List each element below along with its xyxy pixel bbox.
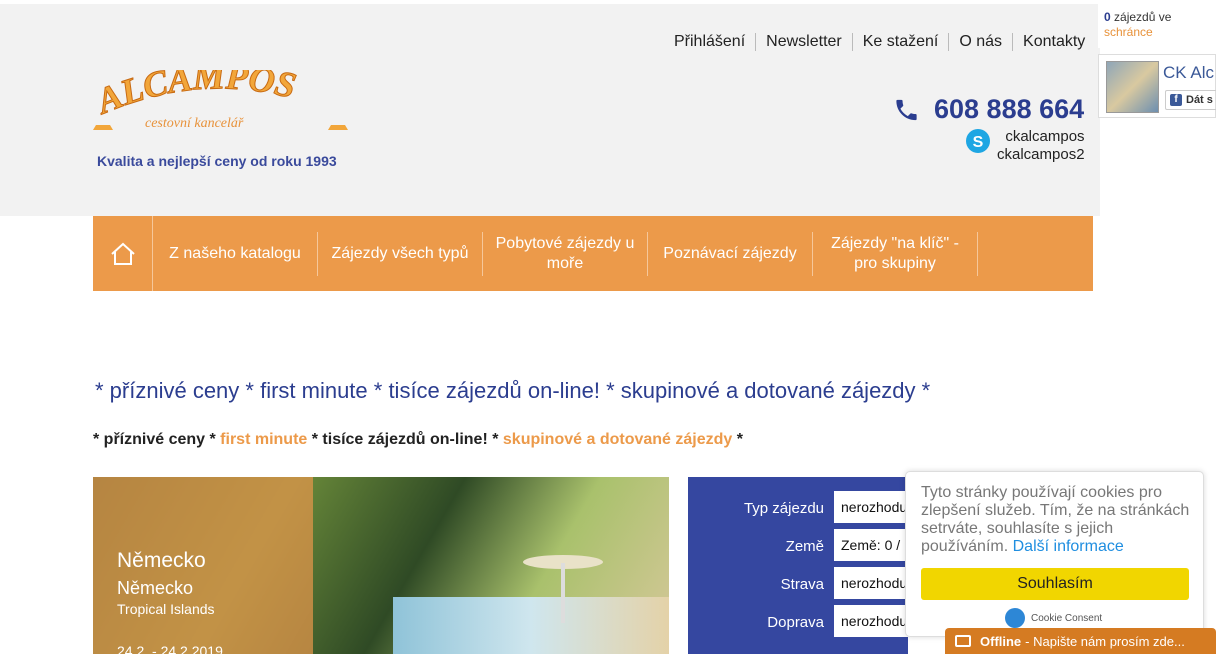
- search-label-type: Typ zájezdu: [743, 500, 824, 517]
- home-icon: [110, 242, 135, 265]
- promo-country: Německo: [117, 549, 206, 572]
- header: ALCAMPOS cestovní kancelář Kvalita a nej…: [0, 4, 1100, 216]
- cookie-consent-label: Cookie Consent: [1031, 612, 1103, 624]
- nav-group-trips[interactable]: Zájezdy "na klíč" - pro skupiny: [813, 231, 978, 276]
- cart-count: 0: [1104, 10, 1111, 24]
- top-nav-about[interactable]: O nás: [948, 33, 1012, 51]
- cookie-more-info-link[interactable]: Další informace: [1013, 538, 1124, 555]
- home-button[interactable]: [93, 216, 153, 291]
- search-select-transport[interactable]: nerozhodu: [834, 605, 908, 637]
- chat-widget[interactable]: Offline - Napište nám prosím zde...: [945, 628, 1216, 654]
- logo-graphic: ALCAMPOS cestovní kancelář: [93, 70, 348, 130]
- top-nav-contacts[interactable]: Kontakty: [1012, 33, 1095, 51]
- search-row-board: Strava nerozhodu: [688, 567, 908, 601]
- slogan-part-5: *: [732, 431, 743, 448]
- facebook-page-name[interactable]: CK Alc: [1163, 63, 1214, 83]
- envelope-icon: [955, 635, 971, 647]
- facebook-widget: CK Alc f Dát s: [1098, 54, 1216, 118]
- cookie-message: Tyto stránky používají cookies pro zlepš…: [921, 484, 1191, 556]
- facebook-share-button[interactable]: f Dát s: [1165, 90, 1216, 110]
- phone-icon: [896, 99, 917, 120]
- promo-dates: 24.2. - 24.2.2019: [117, 643, 223, 654]
- promo-place: Tropical Islands: [117, 601, 215, 617]
- main-nav: Z našeho katalogu Zájezdy všech typů Pob…: [93, 216, 1093, 291]
- svg-text:S: S: [973, 134, 984, 151]
- skype-name-2: ckalcampos2: [997, 146, 1085, 163]
- search-label-transport: Doprava: [767, 614, 824, 631]
- skype-names: ckalcampos ckalcampos2: [997, 128, 1085, 164]
- top-nav-login[interactable]: Přihlášení: [664, 33, 755, 51]
- phone-contact[interactable]: 608 888 664: [893, 94, 1084, 125]
- nav-catalog[interactable]: Z našeho katalogu: [153, 231, 318, 276]
- facebook-share-label: Dát s: [1186, 94, 1213, 106]
- skype-contact[interactable]: S ckalcampos ckalcampos2: [965, 128, 1085, 164]
- promo-country-secondary: Německo: [117, 578, 194, 598]
- nav-beach-stays[interactable]: Pobytové zájezdy u moře: [483, 231, 648, 276]
- search-panel: Typ zájezdu nerozhodu Země Země: 0 / Str…: [688, 477, 908, 654]
- tagline: Kvalita a nejlepší ceny od roku 1993: [97, 153, 337, 169]
- skype-icon: S: [966, 129, 990, 153]
- promo-umbrella-pole: [561, 563, 565, 623]
- cart-box[interactable]: 0 zájezdů ve schránce: [1098, 4, 1216, 48]
- skype-name-1: ckalcampos: [1005, 128, 1085, 145]
- top-nav-downloads[interactable]: Ke stažení: [851, 33, 949, 51]
- phone-number: 608 888 664: [934, 94, 1085, 124]
- cart-link[interactable]: schránce: [1104, 25, 1210, 40]
- top-nav: Přihlášení Newsletter Ke stažení O nás K…: [664, 33, 1095, 51]
- logo-subtitle: cestovní kancelář: [145, 116, 244, 130]
- slogan-part-3: * tisíce zájezdů on-line! *: [307, 431, 503, 448]
- cookie-consent-brand[interactable]: Cookie Consent: [1005, 608, 1102, 628]
- nav-sightseeing[interactable]: Poznávací zájezdy: [648, 231, 813, 276]
- cookie-banner: Tyto stránky používají cookies pro zlepš…: [905, 471, 1204, 637]
- svg-text:ALCAMPOS: ALCAMPOS: [93, 70, 300, 122]
- slogan-first-minute[interactable]: first minute: [220, 431, 307, 448]
- slogan-main: * příznivé ceny * first minute * tisíce …: [95, 378, 931, 403]
- slogan-part-1: * příznivé ceny *: [93, 431, 221, 448]
- cookie-consent-icon: [1005, 608, 1025, 628]
- slogan-group-trips[interactable]: skupinové a dotované zájezdy: [503, 431, 732, 448]
- logo-text: ALCAMPOS: [93, 70, 300, 123]
- search-select-country[interactable]: Země: 0 /: [834, 529, 908, 561]
- chat-status: Offline: [980, 633, 1022, 649]
- top-nav-newsletter[interactable]: Newsletter: [755, 33, 852, 51]
- search-row-country: Země Země: 0 /: [688, 529, 908, 563]
- slogan-sub: * příznivé ceny * first minute * tisíce …: [93, 431, 743, 449]
- search-label-board: Strava: [780, 576, 824, 593]
- facebook-icon: f: [1170, 94, 1182, 106]
- logo[interactable]: ALCAMPOS cestovní kancelář: [93, 70, 348, 140]
- search-row-type: Typ zájezdu nerozhodu: [688, 491, 908, 525]
- facebook-page-thumbnail[interactable]: [1106, 61, 1159, 113]
- promo-caption-overlay: Německo Německo Tropical Islands 24.2. -…: [93, 477, 313, 654]
- search-select-type[interactable]: nerozhodu: [834, 491, 908, 523]
- promo-banner[interactable]: Německo Německo Tropical Islands 24.2. -…: [93, 477, 669, 654]
- cookie-accept-button[interactable]: Souhlasím: [921, 568, 1189, 600]
- promo-pool-image: [393, 597, 669, 654]
- search-label-country: Země: [785, 538, 824, 555]
- page: ALCAMPOS cestovní kancelář Kvalita a nej…: [0, 0, 1216, 654]
- nav-all-trips[interactable]: Zájezdy všech typů: [318, 231, 483, 276]
- cart-text: zájezdů ve: [1114, 10, 1172, 24]
- search-select-board[interactable]: nerozhodu: [834, 567, 908, 599]
- search-row-transport: Doprava nerozhodu: [688, 605, 908, 639]
- chat-text: - Napište nám prosím zde...: [1025, 633, 1185, 649]
